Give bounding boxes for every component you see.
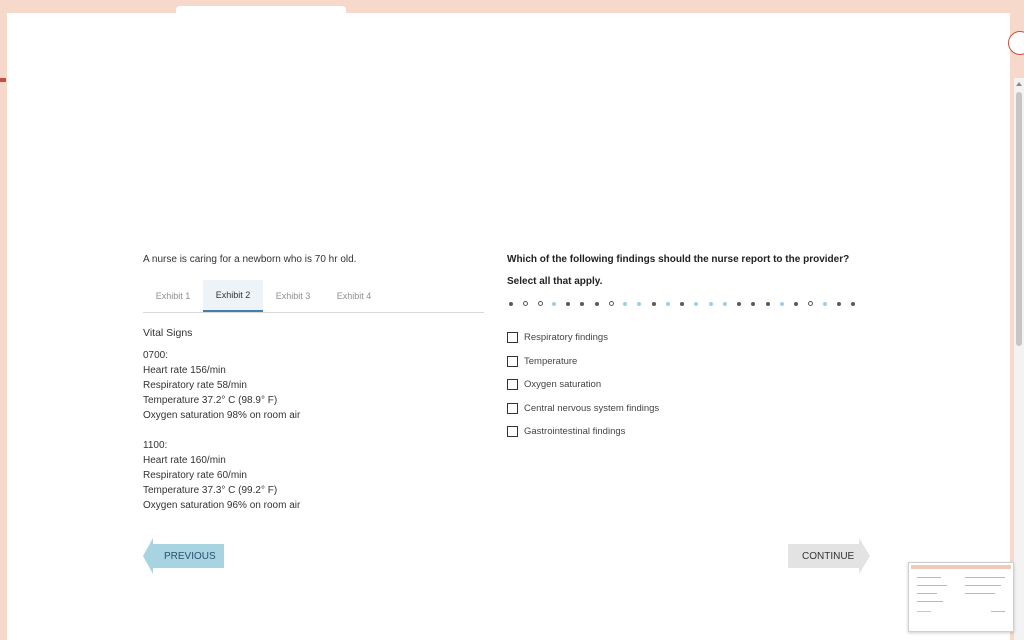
tab-exhibit-1[interactable]: Exhibit 1 [143,280,203,312]
page-thumbnail[interactable] [908,562,1014,632]
progress-dot [765,302,770,306]
option-oxygen-saturation[interactable]: Oxygen saturation [507,373,887,397]
vitals-block: 0700: Heart rate 156/min Respiratory rat… [143,348,484,423]
progress-dot [822,302,827,306]
option-label: Temperature [524,355,578,367]
progress-dot [708,302,713,306]
checkbox[interactable] [507,402,518,414]
progress-dot [808,301,814,306]
progress-dot [594,302,599,306]
thumbnail-header [911,565,1011,569]
tab-exhibit-4[interactable]: Exhibit 4 [324,280,384,312]
scroll-up-arrow-icon[interactable] [1016,82,1022,86]
case-intro: A nurse is caring for a newborn who is 7… [143,254,357,265]
continue-label: CONTINUE [802,550,855,562]
progress-dot [665,302,670,306]
previous-label: PREVIOUS [164,550,216,562]
answer-options: Respiratory findings Temperature Oxygen … [507,326,887,444]
thumbnail-line [917,577,941,578]
thumbnail-line [917,611,931,612]
continue-button[interactable]: CONTINUE [788,538,870,574]
progress-dot [580,302,585,306]
progress-dot [551,302,556,306]
close-icon[interactable] [1008,31,1024,55]
option-gi-findings[interactable]: Gastrointestinal findings [507,420,887,444]
progress-dot [794,302,798,306]
thumbnail-line [917,601,943,602]
vitals-line: Temperature 37.2° C (98.9° F) [143,395,278,406]
vitals-block: 1100: Heart rate 160/min Respiratory rat… [143,438,484,513]
progress-dot [651,302,656,306]
instruction-text: Select all that apply. [507,276,603,287]
option-label: Central nervous system findings [524,402,660,414]
progress-dot [509,302,513,306]
checkbox[interactable] [507,355,518,367]
progress-dot [680,302,684,306]
progress-dot [694,302,699,306]
left-edge-marker [0,78,6,82]
thumbnail-line [991,611,1005,612]
checkbox[interactable] [507,332,518,344]
thumbnail-line [917,593,937,594]
scrollbar[interactable] [1014,78,1024,640]
progress-dot [851,302,855,306]
progress-dot [637,302,642,306]
option-cns-findings[interactable]: Central nervous system findings [507,397,887,421]
vitals-line: Oxygen saturation 96% on room air [143,500,301,511]
option-respiratory-findings[interactable]: Respiratory findings [507,326,887,350]
vitals-line: Respiratory rate 58/min [143,380,247,391]
progress-dot [523,301,529,306]
option-label: Gastrointestinal findings [524,426,626,438]
vitals-line: Respiratory rate 60/min [143,470,247,481]
previous-button[interactable]: PREVIOUS [143,538,225,574]
vitals-time: 0700: [143,350,169,361]
progress-dot [608,301,614,306]
progress-dots [509,301,879,309]
thumbnail-line [965,585,1001,586]
progress-dot [537,301,543,306]
checkbox[interactable] [507,426,518,438]
exhibit-heading: Vital Signs [143,327,193,339]
progress-dot [737,302,741,306]
checkbox[interactable] [507,379,518,391]
option-temperature[interactable]: Temperature [507,350,887,374]
option-label: Oxygen saturation [524,379,602,391]
exhibit-content: Vital Signs 0700: Heart rate 156/min Res… [143,326,484,528]
thumbnail-line [917,585,947,586]
tab-exhibit-3[interactable]: Exhibit 3 [263,280,323,312]
thumbnail-line [965,577,1005,578]
vitals-line: Heart rate 156/min [143,365,226,376]
progress-dot [722,302,727,306]
thumbnail-line [965,593,995,594]
vitals-line: Heart rate 160/min [143,455,226,466]
progress-dot [566,302,570,306]
vitals-line: Oxygen saturation 98% on room air [143,410,301,421]
progress-dot [779,302,784,306]
scrollbar-thumb[interactable] [1016,92,1022,346]
vitals-line: Temperature 37.3° C (99.2° F) [143,485,278,496]
option-label: Respiratory findings [524,332,608,344]
progress-dot [623,302,627,306]
progress-dot [751,302,756,306]
question-text: Which of the following findings should t… [507,254,850,265]
vitals-time: 1100: [143,440,168,451]
exhibit-tabs: Exhibit 1 Exhibit 2 Exhibit 3 Exhibit 4 [143,280,484,313]
tab-exhibit-2[interactable]: Exhibit 2 [203,280,263,312]
progress-dot [836,302,841,306]
